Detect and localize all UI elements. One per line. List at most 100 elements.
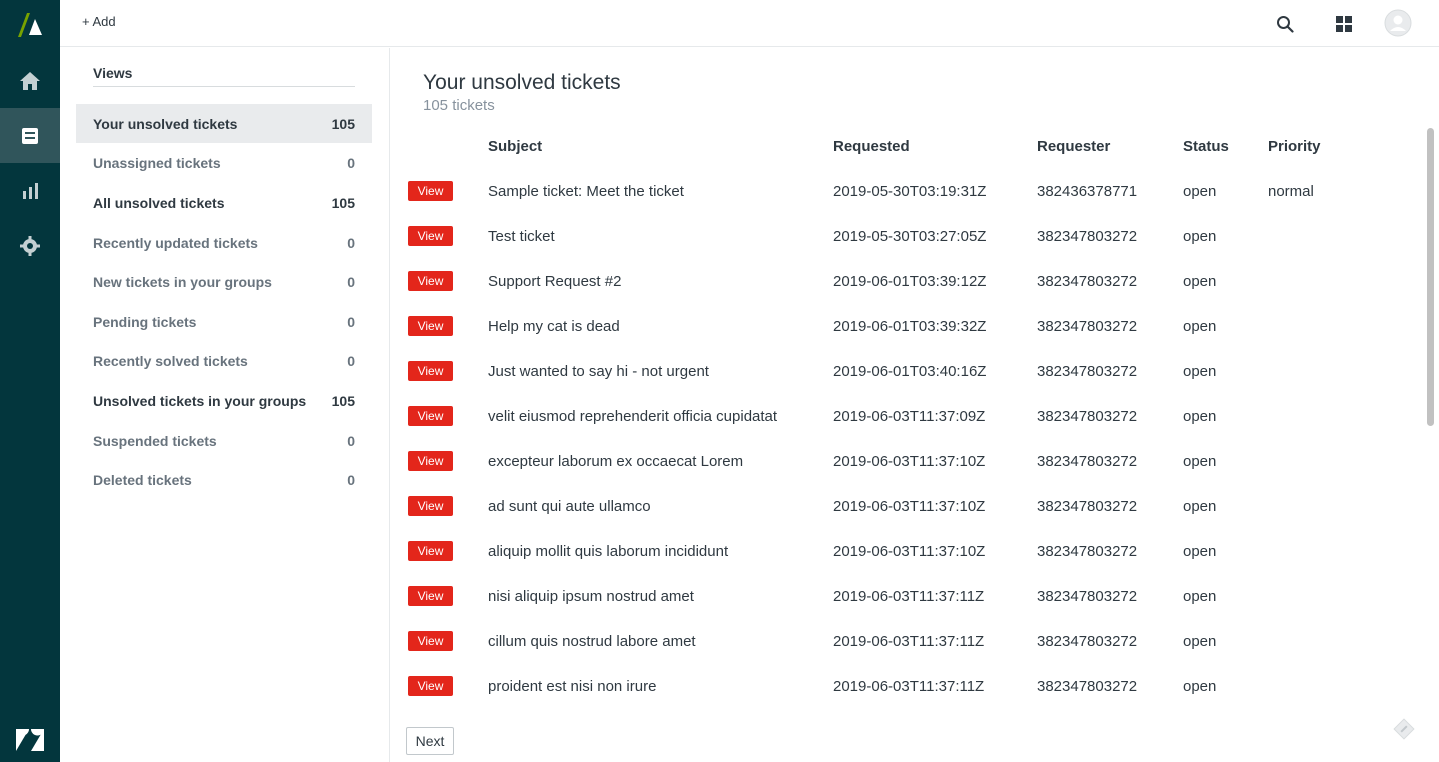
table-row[interactable]: View nisi aliquip ipsum nostrud amet 2019-… bbox=[391, 586, 1421, 631]
view-ticket-button[interactable]: View bbox=[408, 496, 453, 516]
ticket-status: open bbox=[1183, 543, 1217, 560]
view-item-count: 105 bbox=[331, 194, 355, 211]
ticket-requested: 2019-06-03T11:37:10Z bbox=[833, 543, 986, 560]
view-item-label: Recently updated tickets bbox=[93, 234, 258, 251]
view-item-pending[interactable]: Pending tickets 0 bbox=[76, 302, 372, 341]
view-ticket-button[interactable]: View bbox=[408, 541, 453, 561]
view-item-recently-updated[interactable]: Recently updated tickets 0 bbox=[76, 223, 372, 262]
table-row[interactable]: View Just wanted to say hi - not urgent 20… bbox=[391, 361, 1421, 406]
ticket-subject: excepteur laborum ex occaecat Lorem bbox=[488, 453, 744, 470]
view-item-count: 0 bbox=[347, 471, 355, 488]
ticket-status: open bbox=[1183, 273, 1217, 290]
ticket-requester: 382347803272 bbox=[1037, 678, 1138, 695]
ticket-subject: proident est nisi non irure bbox=[488, 678, 657, 695]
view-item-label: Unassigned tickets bbox=[93, 154, 221, 171]
table-row[interactable]: View cillum quis nostrud labore amet 2019-… bbox=[391, 631, 1421, 676]
view-ticket-button[interactable]: View bbox=[408, 316, 453, 336]
view-ticket-button[interactable]: View bbox=[408, 271, 453, 291]
ticket-requested: 2019-06-01T03:40:16Z bbox=[833, 363, 987, 380]
ticket-requested: 2019-06-03T11:37:09Z bbox=[833, 408, 986, 425]
view-item-recently-solved[interactable]: Recently solved tickets 0 bbox=[76, 341, 372, 380]
view-item-suspended[interactable]: Suspended tickets 0 bbox=[76, 421, 372, 460]
view-item-all-unsolved[interactable]: All unsolved tickets 105 bbox=[76, 183, 372, 222]
ticket-requester: 382347803272 bbox=[1037, 228, 1138, 245]
main-content: Your unsolved tickets 105 tickets Subjec… bbox=[391, 48, 1439, 762]
table-row[interactable]: View Support Request #2 2019-06-01T03:39:1… bbox=[391, 271, 1421, 316]
ticket-requester: 382436378771 bbox=[1037, 183, 1138, 200]
views-panel: Views Your unsolved tickets 105 Unassign… bbox=[60, 48, 390, 762]
help-widget-icon[interactable] bbox=[1391, 716, 1417, 742]
zendesk-logo-icon[interactable] bbox=[15, 728, 45, 752]
apps-grid-icon[interactable] bbox=[1332, 12, 1356, 36]
view-ticket-button[interactable]: View bbox=[408, 586, 453, 606]
scrollbar[interactable] bbox=[1427, 128, 1434, 426]
ticket-status: open bbox=[1183, 498, 1217, 515]
views-icon[interactable] bbox=[0, 108, 60, 163]
column-header-requester[interactable]: Requester bbox=[1037, 138, 1110, 155]
ticket-requester: 382347803272 bbox=[1037, 543, 1138, 560]
view-ticket-button[interactable]: View bbox=[408, 631, 453, 651]
view-item-label: Pending tickets bbox=[93, 313, 197, 330]
view-item-count: 0 bbox=[347, 154, 355, 171]
ticket-requested: 2019-06-03T11:37:11Z bbox=[833, 633, 985, 650]
view-item-count: 0 bbox=[347, 352, 355, 369]
view-item-count: 0 bbox=[347, 273, 355, 290]
column-header-status[interactable]: Status bbox=[1183, 138, 1229, 155]
next-page-button[interactable]: Next bbox=[406, 727, 454, 755]
view-item-count: 0 bbox=[347, 234, 355, 251]
view-item-label: Deleted tickets bbox=[93, 471, 192, 488]
column-header-priority[interactable]: Priority bbox=[1268, 138, 1321, 155]
product-nav-rail bbox=[0, 0, 60, 762]
view-item-new-in-groups[interactable]: New tickets in your groups 0 bbox=[76, 262, 372, 301]
column-header-subject[interactable]: Subject bbox=[488, 138, 542, 155]
view-item-count: 105 bbox=[331, 392, 355, 409]
settings-icon[interactable] bbox=[0, 218, 60, 273]
ticket-requester: 382347803272 bbox=[1037, 318, 1138, 335]
ticket-requested: 2019-06-01T03:39:12Z bbox=[833, 273, 987, 290]
table-row[interactable]: View proident est nisi non irure 2019-06-0… bbox=[391, 676, 1421, 721]
view-ticket-button[interactable]: View bbox=[408, 451, 453, 471]
table-row[interactable]: View Help my cat is dead 2019-06-01T03:39:… bbox=[391, 316, 1421, 361]
view-item-deleted[interactable]: Deleted tickets 0 bbox=[76, 460, 372, 499]
ticket-requester: 382347803272 bbox=[1037, 408, 1138, 425]
view-ticket-button[interactable]: View bbox=[408, 226, 453, 246]
view-item-unsolved-in-groups[interactable]: Unsolved tickets in your groups 105 bbox=[76, 381, 372, 420]
view-ticket-button[interactable]: View bbox=[408, 406, 453, 426]
reporting-icon[interactable] bbox=[0, 163, 60, 218]
table-row[interactable]: View Sample ticket: Meet the ticket 2019-0… bbox=[391, 181, 1421, 226]
table-row[interactable]: View Test ticket 2019-05-30T03:27:05Z 38234… bbox=[391, 226, 1421, 271]
ticket-requester: 382347803272 bbox=[1037, 633, 1138, 650]
view-item-your-unsolved[interactable]: Your unsolved tickets 105 bbox=[76, 104, 372, 143]
ticket-requested: 2019-06-03T11:37:11Z bbox=[833, 588, 985, 605]
ticket-subject: Sample ticket: Meet the ticket bbox=[488, 183, 684, 200]
ticket-requester: 382347803272 bbox=[1037, 363, 1138, 380]
ticket-requested: 2019-06-03T11:37:10Z bbox=[833, 498, 986, 515]
column-header-requested[interactable]: Requested bbox=[833, 138, 910, 155]
view-item-unassigned[interactable]: Unassigned tickets 0 bbox=[76, 143, 372, 182]
ticket-subject: nisi aliquip ipsum nostrud amet bbox=[488, 588, 694, 605]
view-ticket-button[interactable]: View bbox=[408, 361, 453, 381]
ticket-requester: 382347803272 bbox=[1037, 453, 1138, 470]
table-row[interactable]: View ad sunt qui aute ullamco 2019-06-03T1… bbox=[391, 496, 1421, 541]
search-icon[interactable] bbox=[1273, 12, 1297, 36]
top-bar: + Add bbox=[60, 0, 1439, 47]
zendesk-support-logo-icon[interactable] bbox=[15, 11, 45, 37]
ticket-status: open bbox=[1183, 633, 1217, 650]
view-item-count: 0 bbox=[347, 432, 355, 449]
ticket-requester: 382347803272 bbox=[1037, 588, 1138, 605]
view-ticket-button[interactable]: View bbox=[408, 181, 453, 201]
ticket-requested: 2019-05-30T03:19:31Z bbox=[833, 183, 987, 200]
ticket-requester: 382347803272 bbox=[1037, 498, 1138, 515]
user-avatar-icon[interactable] bbox=[1384, 9, 1412, 37]
table-row[interactable]: View velit eiusmod reprehenderit officia … bbox=[391, 406, 1421, 451]
view-ticket-button[interactable]: View bbox=[408, 676, 453, 696]
table-row[interactable]: View aliquip mollit quis laborum incididu… bbox=[391, 541, 1421, 586]
ticket-subject: aliquip mollit quis laborum incididunt bbox=[488, 543, 729, 560]
ticket-status: open bbox=[1183, 588, 1217, 605]
ticket-subject: Just wanted to say hi - not urgent bbox=[488, 363, 709, 380]
table-row[interactable]: View excepteur laborum ex occaecat Lorem 2… bbox=[391, 451, 1421, 496]
home-icon[interactable] bbox=[0, 53, 60, 108]
view-item-count: 0 bbox=[347, 313, 355, 330]
add-button[interactable]: + Add bbox=[82, 14, 116, 29]
view-item-label: New tickets in your groups bbox=[93, 273, 272, 290]
